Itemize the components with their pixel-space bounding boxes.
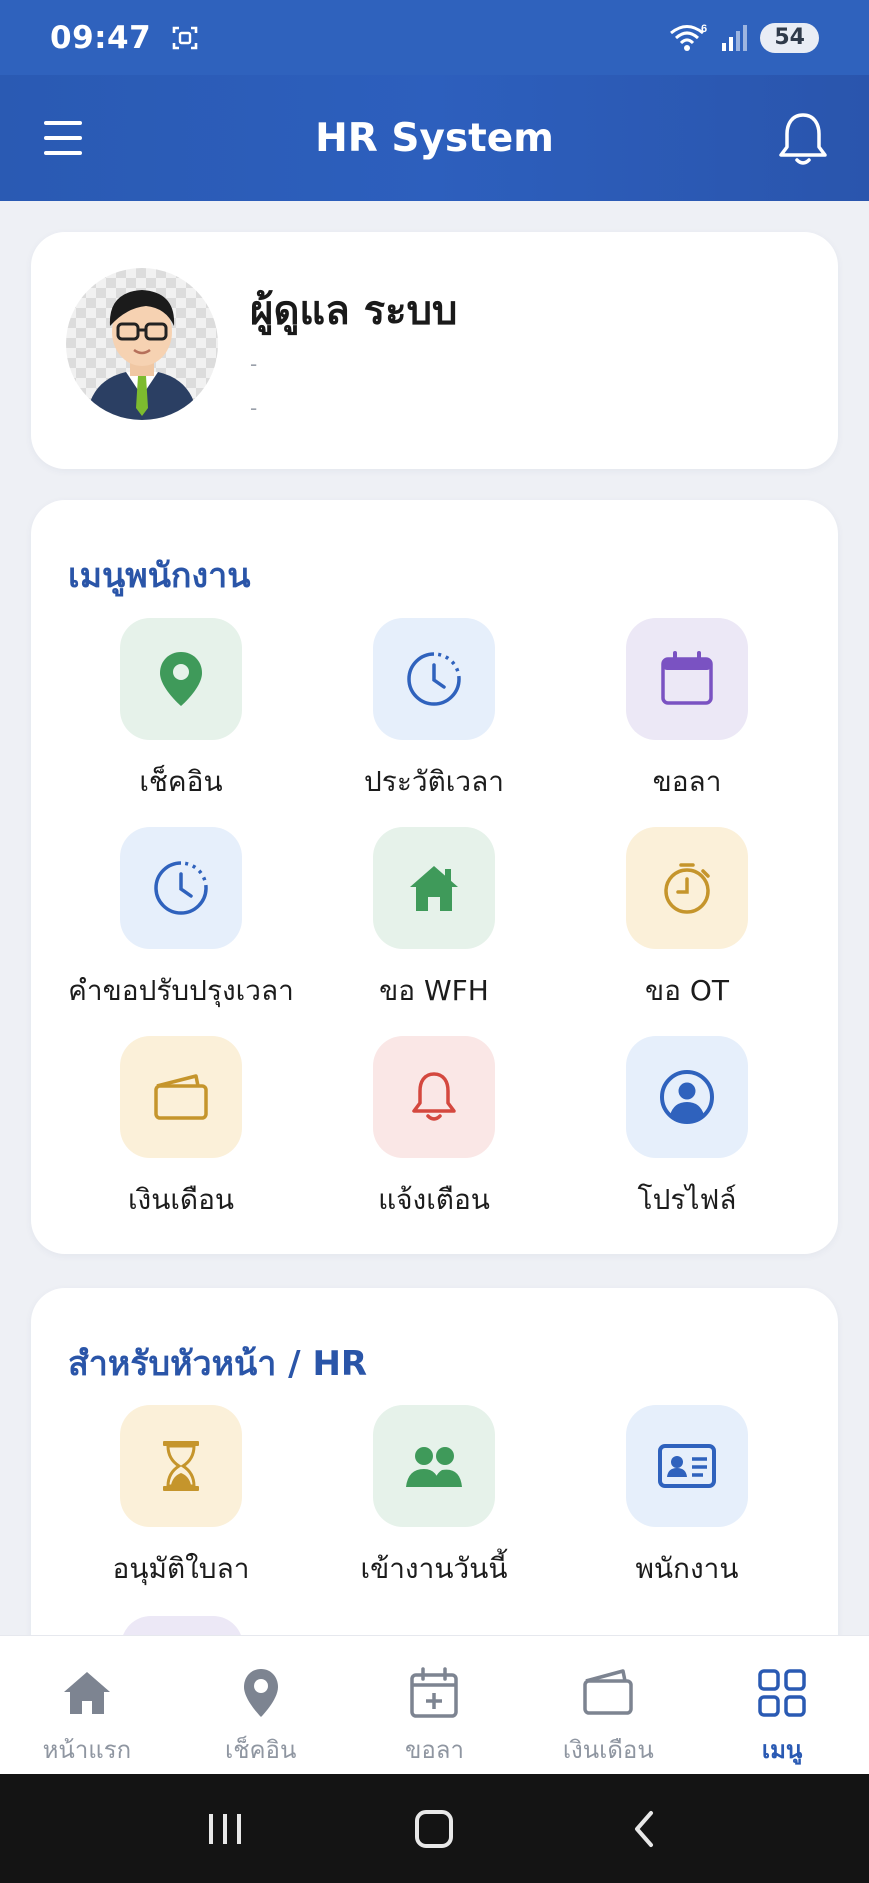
bottom-nav: หน้าแรก เช็คอิน ขอลา เงินเดือน เมนู — [0, 1635, 869, 1774]
nav-label: หน้าแรก — [42, 1736, 132, 1764]
nav-item-menu[interactable]: เมนู — [695, 1636, 869, 1774]
menu-item-label: เงินเดือน — [127, 1183, 235, 1216]
house-icon — [410, 866, 458, 911]
people-icon — [406, 1447, 462, 1487]
map-pin-icon — [243, 1669, 278, 1717]
calendar-icon — [661, 651, 713, 705]
menu-item-label: พนักงาน — [635, 1552, 739, 1585]
menu-item-wfh-request[interactable]: ขอ WFH — [304, 827, 564, 1013]
screenshot-icon — [172, 26, 198, 49]
menu-item-label: เข้างานวันนี้ — [360, 1552, 508, 1585]
clock-history-icon — [407, 652, 461, 706]
menu-item-label: ขอ OT — [645, 974, 729, 1007]
menu-item-label: ขอ WFH — [379, 974, 489, 1007]
menu-item-label: โปรไฟล์ — [637, 1183, 737, 1216]
back-button[interactable] — [614, 1799, 674, 1859]
section-title-manager-menu: สำหรับหัวหน้า / HR — [68, 1344, 368, 1384]
menu-item-approve-leave[interactable]: อนุมัติใบลา — [51, 1405, 311, 1591]
menu-item-checkin[interactable]: เช็คอิน — [51, 618, 311, 804]
user-circle-icon — [660, 1070, 714, 1124]
bell-icon[interactable] — [775, 109, 831, 169]
id-card-icon — [658, 1444, 716, 1488]
manager-menu-card: สำหรับหัวหน้า / HR อนุมัติใบลา เข้างานวั… — [31, 1288, 838, 1668]
menu-icon[interactable] — [40, 115, 86, 161]
menu-item-time-adjust-request[interactable]: คำขอปรับปรุงเวลา — [51, 827, 311, 1013]
app-bar: HR System — [0, 75, 869, 201]
menu-item-label: แจ้งเตือน — [378, 1183, 490, 1216]
menu-item-label: เช็คอิน — [139, 765, 223, 798]
profile-department: - — [250, 396, 258, 420]
menu-item-label: คำขอปรับปรุงเวลา — [68, 974, 294, 1007]
grid-icon — [758, 1669, 806, 1717]
nav-item-leave[interactable]: ขอลา — [348, 1636, 522, 1774]
wifi-icon: 6 — [670, 23, 708, 51]
calendar-plus-icon — [410, 1667, 459, 1718]
nav-label: ขอลา — [404, 1736, 464, 1764]
app-title: HR System — [315, 115, 554, 161]
nav-label: เงินเดือน — [562, 1736, 654, 1764]
home-button[interactable] — [404, 1799, 464, 1859]
hourglass-icon — [163, 1441, 199, 1491]
home-icon — [63, 1672, 110, 1714]
signal-icon — [722, 24, 748, 51]
profile-name: ผู้ดูแล ระบบ — [250, 288, 458, 334]
home-square-icon — [415, 1809, 454, 1848]
menu-item-attendance-today[interactable]: เข้างานวันนี้ — [304, 1405, 564, 1591]
menu-item-employees[interactable]: พนักงาน — [557, 1405, 817, 1591]
battery-indicator: 54 — [760, 22, 819, 53]
bell-icon — [412, 1072, 456, 1121]
nav-label: เมนู — [761, 1736, 803, 1764]
nav-label: เช็คอิน — [225, 1736, 297, 1764]
recent-apps-icon — [208, 1813, 241, 1844]
menu-item-label: ประวัติเวลา — [364, 765, 504, 798]
nav-item-home[interactable]: หน้าแรก — [0, 1636, 174, 1774]
system-nav-bar — [0, 1774, 869, 1883]
avatar-illustration — [86, 290, 198, 420]
menu-item-leave-request[interactable]: ขอลา — [557, 618, 817, 804]
profile-card[interactable]: ผู้ดูแล ระบบ - - — [31, 232, 838, 469]
menu-item-label: อนุมัติใบลา — [112, 1552, 250, 1585]
section-title-employee-menu: เมนูพนักงาน — [68, 556, 251, 596]
status-bar: 09:47 6 54 — [0, 0, 869, 75]
menu-item-ot-request[interactable]: ขอ OT — [557, 827, 817, 1013]
nav-item-salary[interactable]: เงินเดือน — [521, 1636, 695, 1774]
menu-item-time-history[interactable]: ประวัติเวลา — [304, 618, 564, 804]
menu-item-profile[interactable]: โปรไฟล์ — [557, 1036, 817, 1222]
wallet-icon — [583, 1669, 634, 1715]
wifi-badge: 6 — [701, 23, 707, 35]
menu-item-notifications[interactable]: แจ้งเตือน — [304, 1036, 564, 1222]
clock-history-icon — [154, 861, 208, 915]
status-time: 09:47 — [50, 19, 152, 56]
back-chevron-icon — [635, 1810, 654, 1847]
wallet-icon — [154, 1074, 208, 1120]
employee-menu-card: เมนูพนักงาน เช็คอิน ประวัติเวลา ขอลา คำข… — [31, 500, 838, 1254]
avatar — [66, 268, 218, 420]
stopwatch-icon — [664, 863, 710, 914]
map-pin-icon — [160, 652, 202, 706]
menu-item-label: ขอลา — [652, 765, 722, 798]
profile-position: - — [250, 352, 258, 376]
recent-apps-button[interactable] — [195, 1799, 255, 1859]
nav-item-checkin[interactable]: เช็คอิน — [174, 1636, 348, 1774]
menu-item-salary[interactable]: เงินเดือน — [51, 1036, 311, 1222]
